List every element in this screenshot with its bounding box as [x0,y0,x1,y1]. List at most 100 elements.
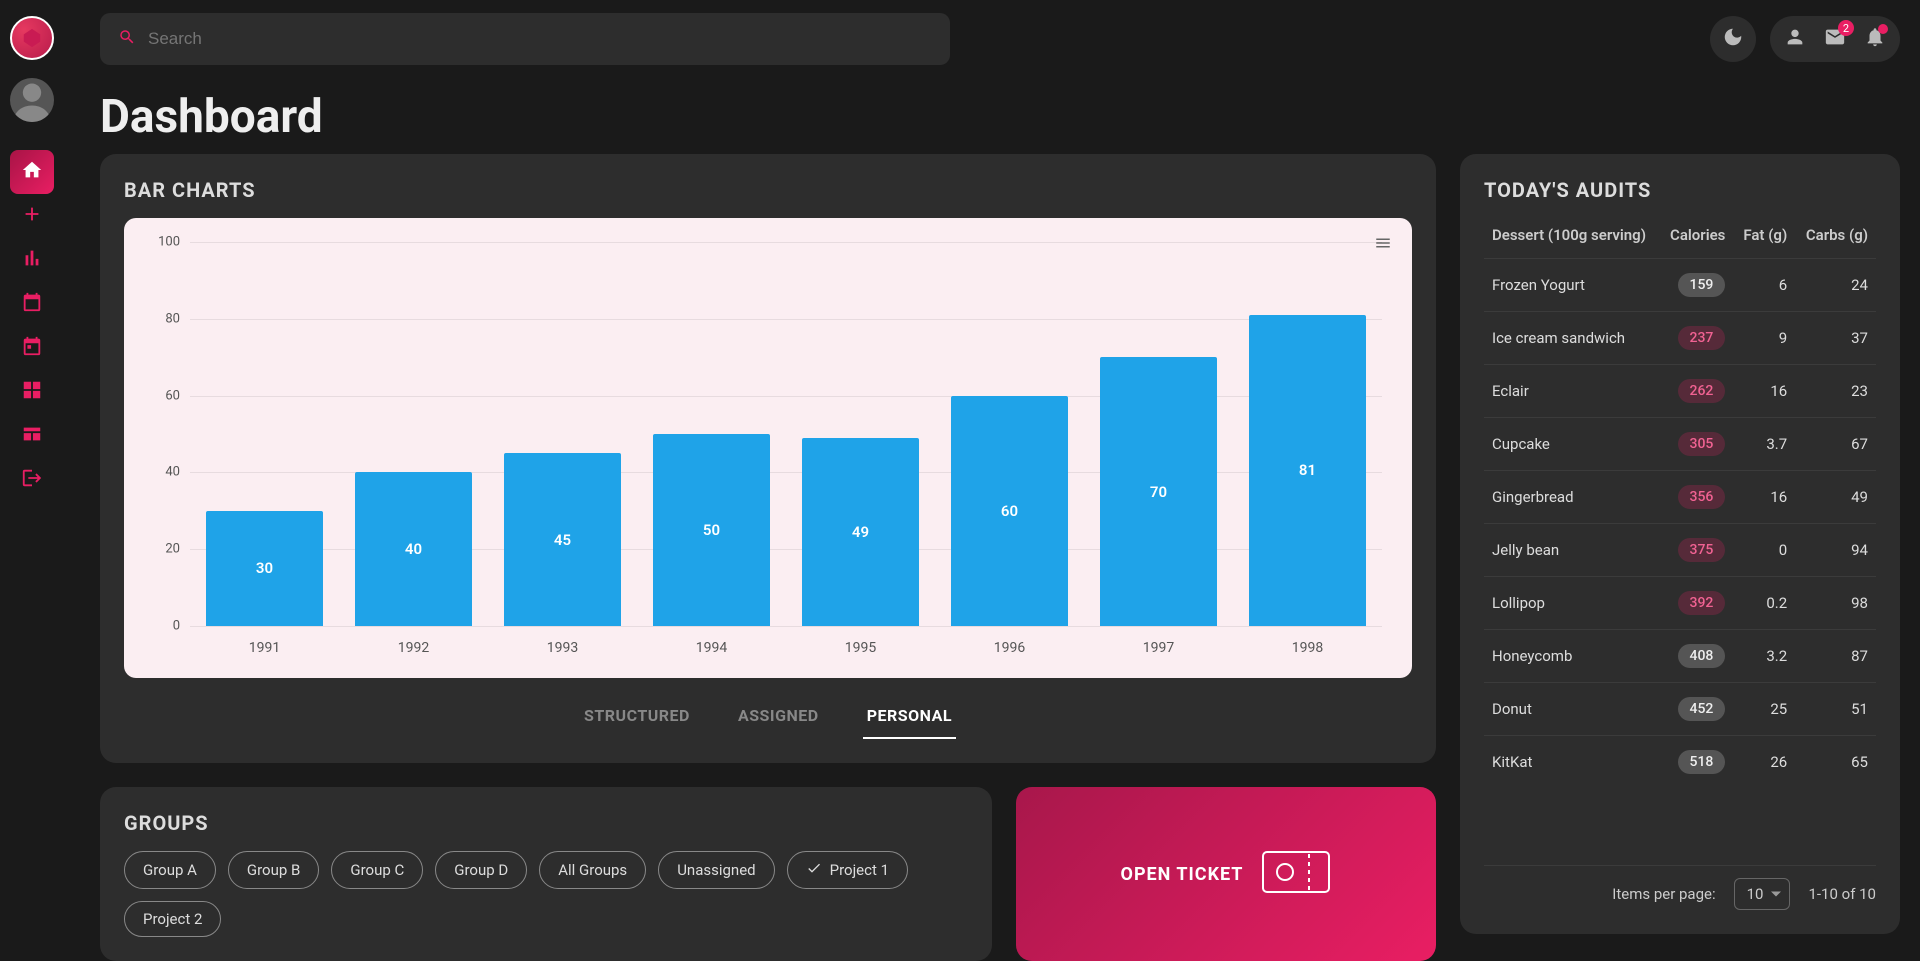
person-icon [1784,33,1806,52]
calorie-chip: 452 [1678,697,1726,721]
app-logo[interactable] [10,16,54,60]
table-row[interactable]: KitKat5182665 [1484,736,1876,789]
y-tick: 20 [165,542,180,557]
pager-range: 1-10 of 10 [1808,885,1876,903]
calorie-chip: 392 [1678,591,1726,615]
chip-unassigned[interactable]: Unassigned [658,851,774,889]
chart-bar[interactable]: 30 [206,511,322,626]
chart-bar[interactable]: 50 [653,434,769,626]
chip-group-a[interactable]: Group A [124,851,216,889]
chart-bar[interactable]: 70 [1100,357,1216,626]
groups-card: GROUPS Group A Group B Group C Group D All G… [100,787,992,961]
col-header[interactable]: Carbs (g) [1795,218,1876,259]
grid-icon [21,379,43,405]
avatar[interactable] [10,78,54,122]
nav-plus[interactable] [10,194,54,238]
col-header[interactable]: Dessert (100g serving) [1484,218,1660,259]
nav-calendar[interactable] [10,282,54,326]
notifications-button[interactable] [1864,26,1886,52]
calorie-chip: 408 [1678,644,1726,668]
x-tick: 1994 [696,640,727,656]
table-row[interactable]: Honeycomb4083.287 [1484,630,1876,683]
mail-button[interactable]: 2 [1824,26,1846,52]
y-tick: 0 [173,619,180,634]
table-row[interactable]: Jelly bean375094 [1484,524,1876,577]
logout-icon [21,467,43,493]
table-row[interactable]: Ice cream sandwich237937 [1484,312,1876,365]
open-ticket-button[interactable]: OPEN TICKET [1016,787,1436,961]
chart-bar[interactable]: 40 [355,472,471,626]
calorie-chip: 262 [1678,379,1726,403]
table-row[interactable]: Cupcake3053.767 [1484,418,1876,471]
groups-title: GROUPS [124,811,968,835]
account-button[interactable] [1784,26,1806,52]
table-row[interactable]: Gingerbread3561649 [1484,471,1876,524]
tab-assigned[interactable]: ASSIGNED [734,700,823,739]
page-title: Dashboard [100,90,323,144]
tab-personal[interactable]: PERSONAL [863,700,956,739]
table-pager: Items per page: 10 1-10 of 10 [1484,865,1876,910]
home-icon [21,159,43,185]
col-header[interactable]: Calories [1660,218,1734,259]
chip-project-1[interactable]: Project 1 [787,851,908,889]
calorie-chip: 518 [1678,750,1726,774]
calorie-chip: 356 [1678,485,1726,509]
theme-toggle-button[interactable] [1710,16,1756,62]
x-tick: 1991 [249,640,280,656]
nav-stats[interactable] [10,238,54,282]
calendar2-icon [21,335,43,361]
ticket-icon [1261,850,1331,899]
items-per-page-select[interactable]: 10 [1734,878,1791,910]
pager-label: Items per page: [1612,885,1715,903]
mail-badge: 2 [1838,20,1854,36]
nav-panel[interactable] [10,414,54,458]
x-tick: 1993 [547,640,578,656]
chip-all-groups[interactable]: All Groups [539,851,646,889]
notification-dot [1878,24,1888,34]
table-row[interactable]: Donut4522551 [1484,683,1876,736]
x-tick: 1996 [994,640,1025,656]
search-box[interactable] [100,13,950,65]
chart-bar[interactable]: 45 [504,453,620,626]
search-icon [118,28,136,50]
nav-logout[interactable] [10,458,54,502]
check-icon [806,860,822,880]
plus-icon [21,203,43,229]
table-row[interactable]: Frozen Yogurt159624 [1484,259,1876,312]
user-icon-cluster: 2 [1770,16,1900,62]
bell-icon [1864,33,1886,52]
chip-group-d[interactable]: Group D [435,851,527,889]
y-tick: 40 [165,465,180,480]
nav-home[interactable] [10,150,54,194]
chart-bar[interactable]: 49 [802,438,918,626]
audits-card: TODAY'S AUDITS Dessert (100g serving)Cal… [1460,154,1900,934]
tab-structured[interactable]: STRUCTURED [580,700,694,739]
moon-icon [1722,26,1744,52]
calorie-chip: 237 [1678,326,1726,350]
col-header[interactable]: Fat (g) [1733,218,1795,259]
chip-project-2[interactable]: Project 2 [124,901,221,937]
chart-card-title: BAR CHARTS [124,178,1412,202]
table-row[interactable]: Eclair2621623 [1484,365,1876,418]
table-row[interactable]: Lollipop3920.298 [1484,577,1876,630]
chart-tabs: STRUCTURED ASSIGNED PERSONAL [124,700,1412,739]
chip-group-b[interactable]: Group B [228,851,319,889]
bar-charts-card: BAR CHARTS 02040608010030199140199245199… [100,154,1436,763]
chart-bar[interactable]: 60 [951,396,1067,626]
chart-canvas: 0204060801003019914019924519935019944919… [124,218,1412,678]
nav-calendar2[interactable] [10,326,54,370]
groups-chips: Group A Group B Group C Group D All Groups Un… [124,851,968,937]
stats-icon [21,247,43,273]
open-ticket-label: OPEN TICKET [1121,864,1244,885]
y-tick: 60 [165,388,180,403]
mail-icon [1824,33,1846,52]
x-tick: 1997 [1143,640,1174,656]
nav-grid[interactable] [10,370,54,414]
search-input[interactable] [148,29,932,49]
chip-group-c[interactable]: Group C [331,851,423,889]
x-tick: 1995 [845,640,876,656]
chart-bar[interactable]: 81 [1249,315,1365,626]
y-tick: 80 [165,311,180,326]
calorie-chip: 305 [1678,432,1726,456]
audits-table: Dessert (100g serving)CaloriesFat (g)Car… [1484,218,1876,788]
